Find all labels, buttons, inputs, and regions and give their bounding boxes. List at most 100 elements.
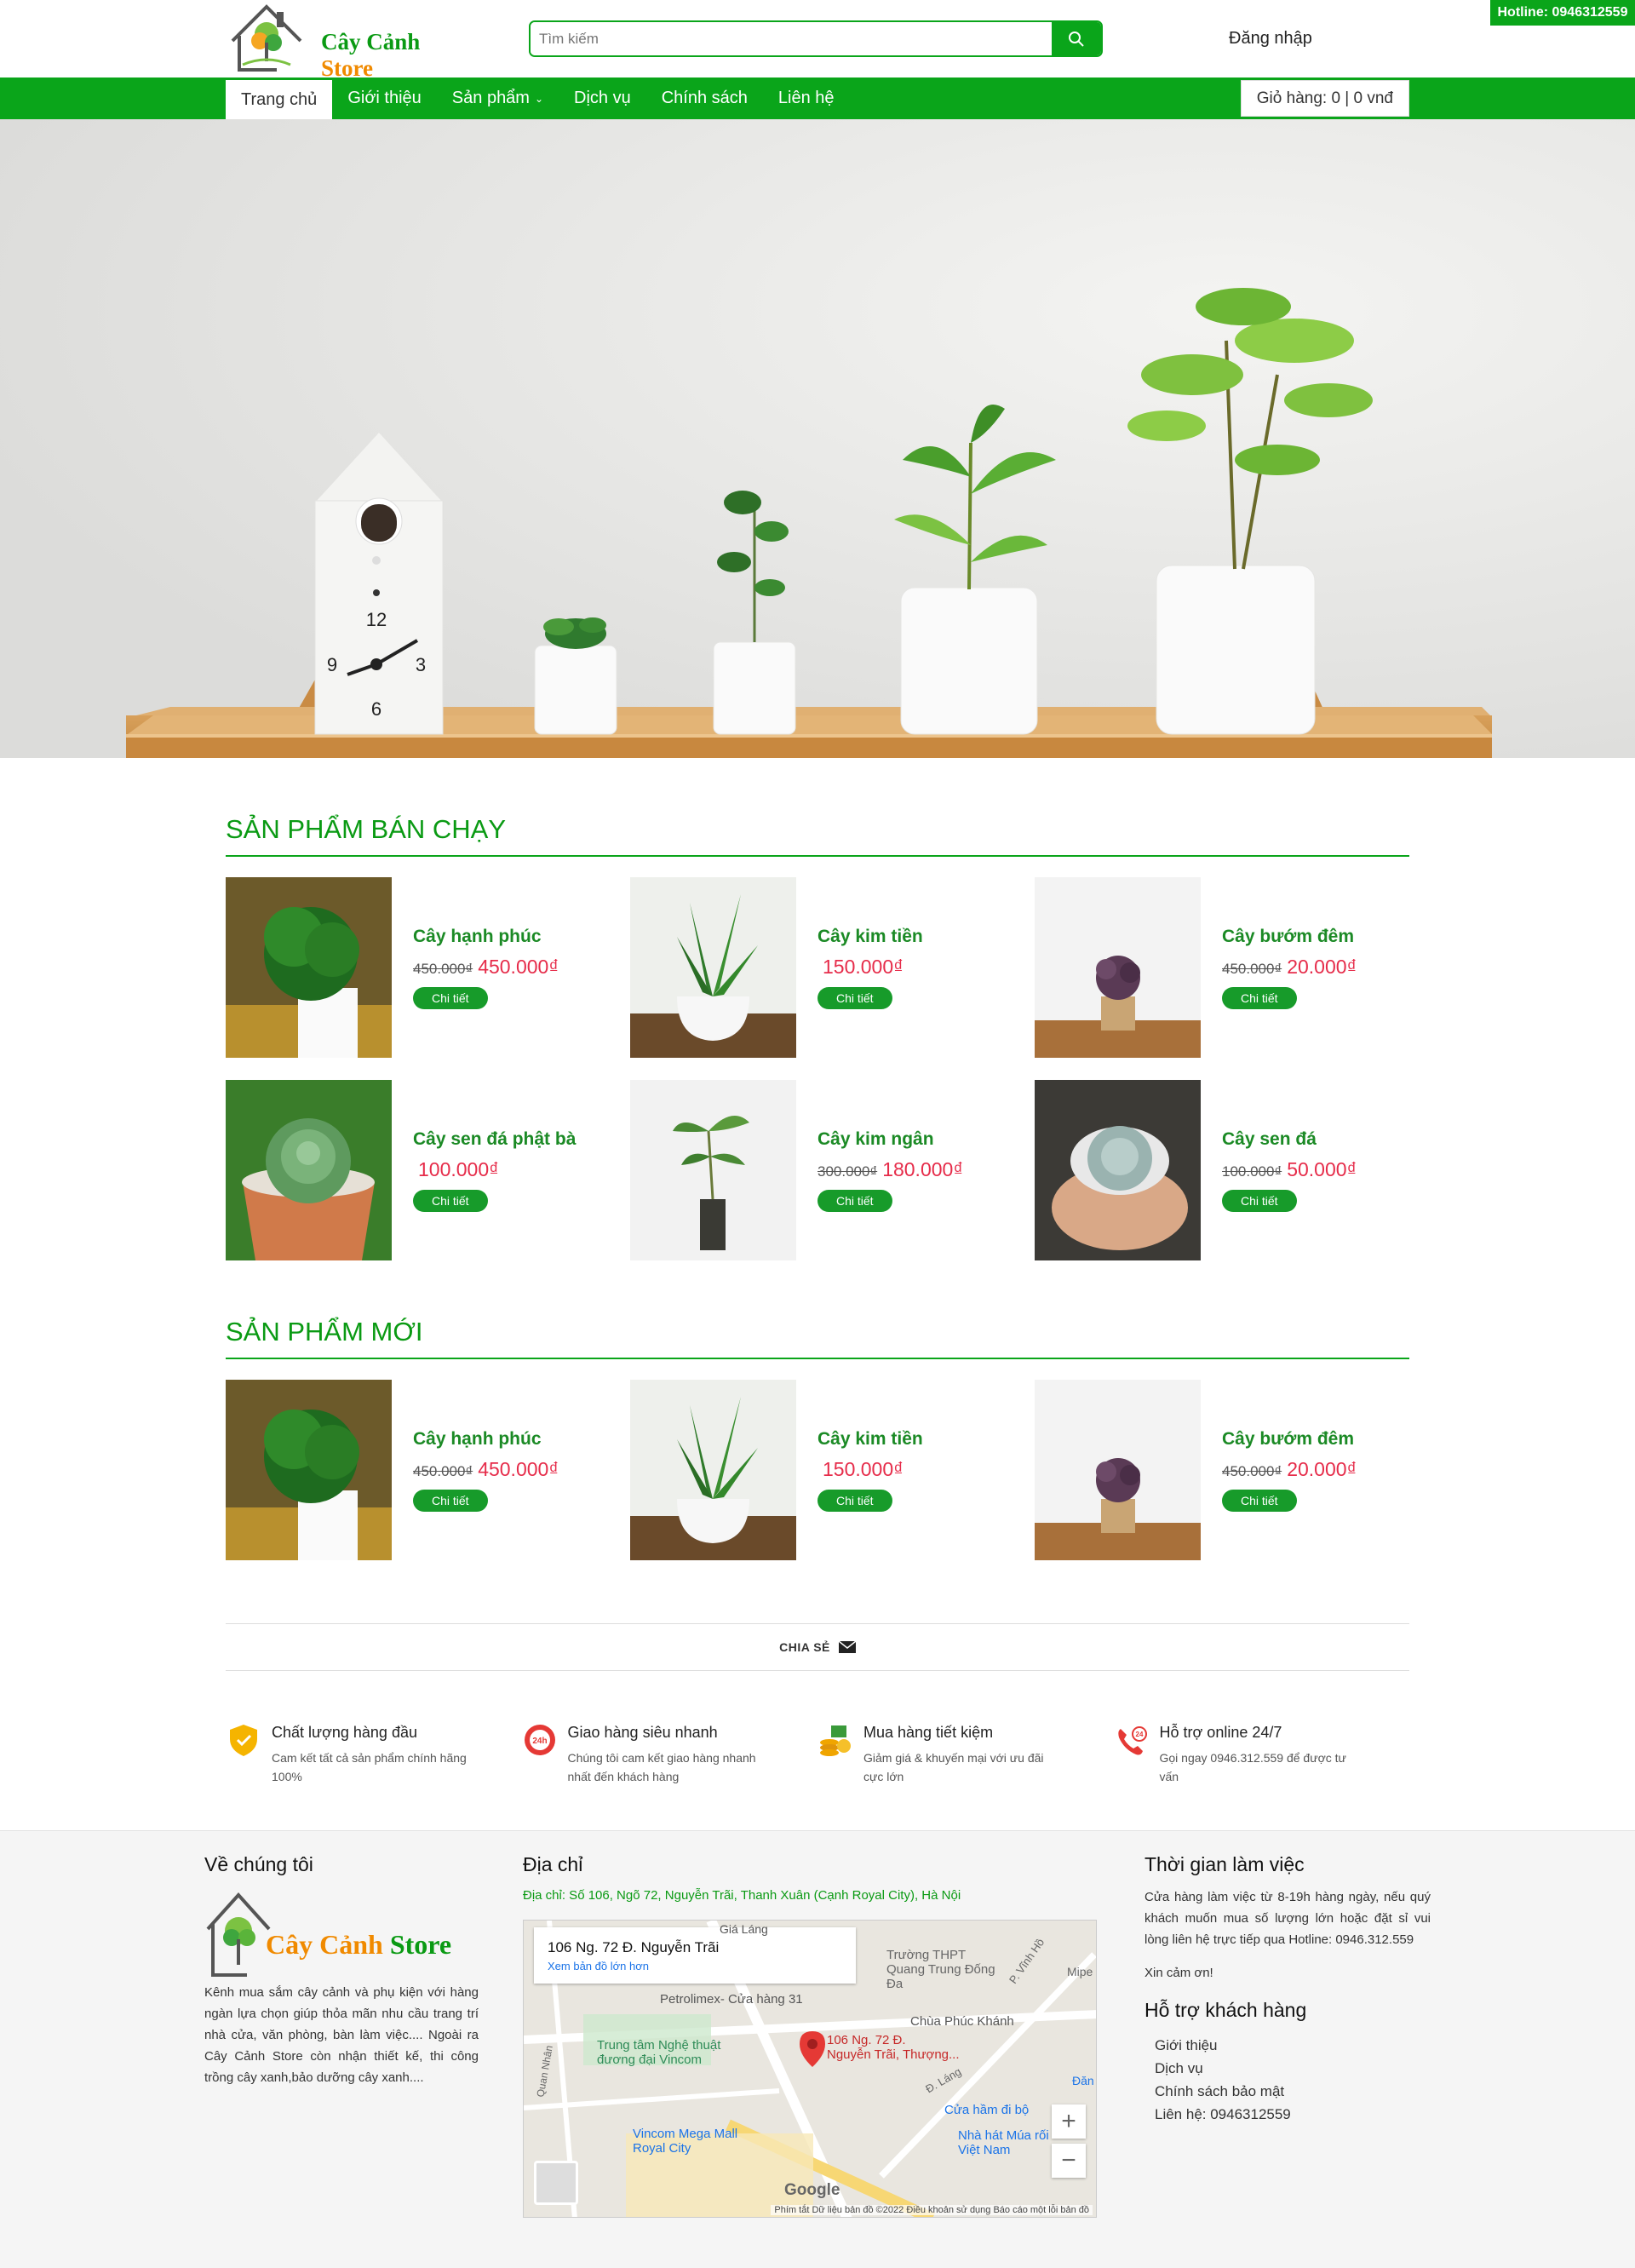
detail-button[interactable]: Chi tiết: [818, 1489, 892, 1512]
product-image[interactable]: [226, 877, 392, 1058]
product-price: 100.000₫ 50.000₫: [1222, 1158, 1357, 1181]
product-card: Cây sen đá 100.000₫ 50.000₫ Chi tiết: [1035, 1080, 1439, 1260]
search-icon: [1069, 31, 1084, 47]
phone-24-icon: 24: [1117, 1726, 1147, 1755]
footer: Về chúng tôi Cây Cảnh Store Kênh mua sắm…: [0, 1830, 1635, 2268]
features-row: Chất lượng hàng đầu Cam kết tất cả sản ph…: [226, 1722, 1409, 1816]
product-image[interactable]: [630, 1380, 796, 1560]
detail-button[interactable]: Chi tiết: [413, 1489, 488, 1512]
footer-title: Về chúng tôi: [204, 1853, 313, 1875]
nav-label: Liên hệ: [777, 89, 835, 107]
map-label: Trung tâm Nghệ thuật đương đại Vincom: [597, 2038, 721, 2067]
map-layer-toggle[interactable]: [534, 2161, 578, 2205]
product-image[interactable]: [1035, 1080, 1201, 1260]
product-name[interactable]: Cây kim tiền: [818, 1429, 923, 1450]
product-image[interactable]: [1035, 877, 1201, 1058]
share-label[interactable]: CHIA SẺ: [779, 1640, 830, 1654]
footer-about: Về chúng tôi Cây Cảnh Store Kênh mua sắm…: [204, 1853, 479, 2088]
detail-button[interactable]: Chi tiết: [413, 1189, 488, 1212]
money-icon: [820, 1725, 851, 1756]
detail-button[interactable]: Chi tiết: [1222, 1189, 1297, 1212]
old-price: 100.000₫: [1222, 1163, 1282, 1180]
map-embed[interactable]: 106 Ng. 72 Đ. Nguyễn Trãi Xem bản đồ lớn…: [523, 1920, 1097, 2218]
map-attribution[interactable]: Phím tắt Dữ liệu bản đồ ©2022 Điều khoản…: [771, 2205, 1093, 2215]
product-name[interactable]: Cây bướm đêm: [1222, 1429, 1357, 1450]
current-price: 20.000₫: [1287, 955, 1357, 978]
footer-logo[interactable]: Cây Cảnh Store: [204, 1886, 479, 1980]
brand-name: Cây Cảnh Store: [321, 29, 421, 81]
old-price: 300.000₫: [818, 1163, 878, 1180]
product-image[interactable]: [226, 1080, 392, 1260]
feature-desc: Giảm giá & khuyến mại với ưu đãi cực lớn: [863, 1751, 1044, 1783]
section-title: SẢN PHẨM BÁN CHẠY: [226, 814, 1409, 857]
product-name[interactable]: Cây kim tiền: [818, 927, 923, 947]
current-price: 50.000₫: [1287, 1157, 1357, 1180]
svg-text:12: 12: [366, 609, 387, 630]
map-label: Giá Láng: [720, 1922, 768, 1936]
product-image[interactable]: [630, 877, 796, 1058]
product-card: Cây hạnh phúc 450.000₫ 450.000₫ Chi tiết: [226, 877, 630, 1058]
hours-text: Cửa hàng làm việc từ 8-19h hàng ngày, nế…: [1144, 1890, 1431, 1947]
nav-products[interactable]: Sản phẩm ⌄: [437, 78, 559, 119]
product-image: [226, 1080, 392, 1260]
product-image[interactable]: [1035, 1380, 1201, 1560]
map-label: Đăn: [1072, 2074, 1094, 2087]
nav-about[interactable]: Giới thiệu: [332, 78, 436, 119]
map-pin-label: 106 Ng. 72 Đ. Nguyễn Trãi, Thượng...: [827, 2033, 960, 2062]
product-name[interactable]: Cây sen đá: [1222, 1129, 1357, 1150]
nav-services[interactable]: Dịch vụ: [559, 78, 646, 119]
support-link-privacy[interactable]: Chính sách bảo mật: [1155, 2080, 1431, 2103]
nav-label: Chính sách: [661, 89, 748, 107]
current-price: 150.000₫: [823, 955, 904, 978]
map-pin-icon[interactable]: [798, 2030, 827, 2069]
map-bigger-link[interactable]: Xem bản đồ lớn hơn: [548, 1960, 842, 1972]
product-name[interactable]: Cây bướm đêm: [1222, 927, 1357, 947]
header: Cây Cảnh Store Đăng nhập: [226, 0, 1409, 81]
map-info-card: 106 Ng. 72 Đ. Nguyễn Trãi Xem bản đồ lớn…: [534, 1927, 856, 1984]
detail-button[interactable]: Chi tiết: [413, 986, 488, 1009]
feature-desc: Cam kết tất cả sản phẩm chính hãng 100%: [272, 1751, 467, 1783]
nav-policy[interactable]: Chính sách: [646, 78, 763, 119]
search-input[interactable]: [531, 22, 1050, 55]
search-button[interactable]: [1052, 22, 1101, 55]
footer-title: Thời gian làm việc: [1144, 1853, 1305, 1875]
hotline-badge[interactable]: Hotline: 0946312559: [1490, 0, 1635, 26]
feature-title: Chất lượng hàng đầu: [272, 1724, 417, 1741]
old-price: 450.000₫: [1222, 960, 1282, 977]
detail-button[interactable]: Chi tiết: [1222, 1489, 1297, 1512]
bestsellers-section: SẢN PHẨM BÁN CHẠY Cây hạnh phúc 450.000₫…: [226, 814, 1409, 1816]
product-name[interactable]: Cây hạnh phúc: [413, 927, 559, 947]
logo[interactable]: Cây Cảnh Store: [226, 0, 447, 81]
current-price: 20.000₫: [1287, 1457, 1357, 1480]
product-price: 450.000₫ 20.000₫: [1222, 1458, 1357, 1481]
nav-home[interactable]: Trang chủ: [226, 80, 333, 119]
detail-button[interactable]: Chi tiết: [818, 1189, 892, 1212]
nav-contact[interactable]: Liên hệ: [763, 78, 850, 119]
map-label: Trường THPT Quang Trung Đống Đa: [886, 1948, 995, 1991]
login-link[interactable]: Đăng nhập: [1229, 29, 1312, 49]
zoom-in-button[interactable]: +: [1052, 2104, 1086, 2139]
detail-button[interactable]: Chi tiết: [818, 986, 892, 1009]
search-bar: [529, 20, 1103, 57]
product-name[interactable]: Cây sen đá phật bà: [413, 1129, 576, 1150]
product-name[interactable]: Cây hạnh phúc: [413, 1429, 559, 1450]
cart-button[interactable]: Giỏ hàng: 0 | 0 vnđ: [1240, 80, 1409, 117]
product-image: [226, 1380, 392, 1560]
current-price: 150.000₫: [823, 1457, 904, 1480]
product-image[interactable]: [226, 1380, 392, 1560]
product-image[interactable]: [630, 1080, 796, 1260]
email-icon[interactable]: [838, 1641, 856, 1653]
map-label: Petrolimex- Cửa hàng 31: [660, 1992, 803, 2007]
chevron-down-icon: ⌄: [534, 92, 544, 105]
section-title: SẢN PHẨM MỚI: [226, 1317, 1409, 1359]
map-label: Cửa hầm đi bộ: [944, 2103, 1030, 2117]
nav-label: Sản phẩm: [451, 89, 530, 107]
detail-button[interactable]: Chi tiết: [1222, 986, 1297, 1009]
support-link-services[interactable]: Dịch vụ: [1155, 2057, 1431, 2080]
product-name[interactable]: Cây kim ngân: [818, 1129, 963, 1150]
support-link-contact[interactable]: Liên hệ: 0946312559: [1155, 2103, 1431, 2126]
delivery-24h-icon: 24h: [524, 1725, 555, 1755]
zoom-out-button[interactable]: −: [1052, 2144, 1086, 2178]
support-link-about[interactable]: Giới thiệu: [1155, 2034, 1431, 2057]
product-image: [630, 1080, 796, 1260]
